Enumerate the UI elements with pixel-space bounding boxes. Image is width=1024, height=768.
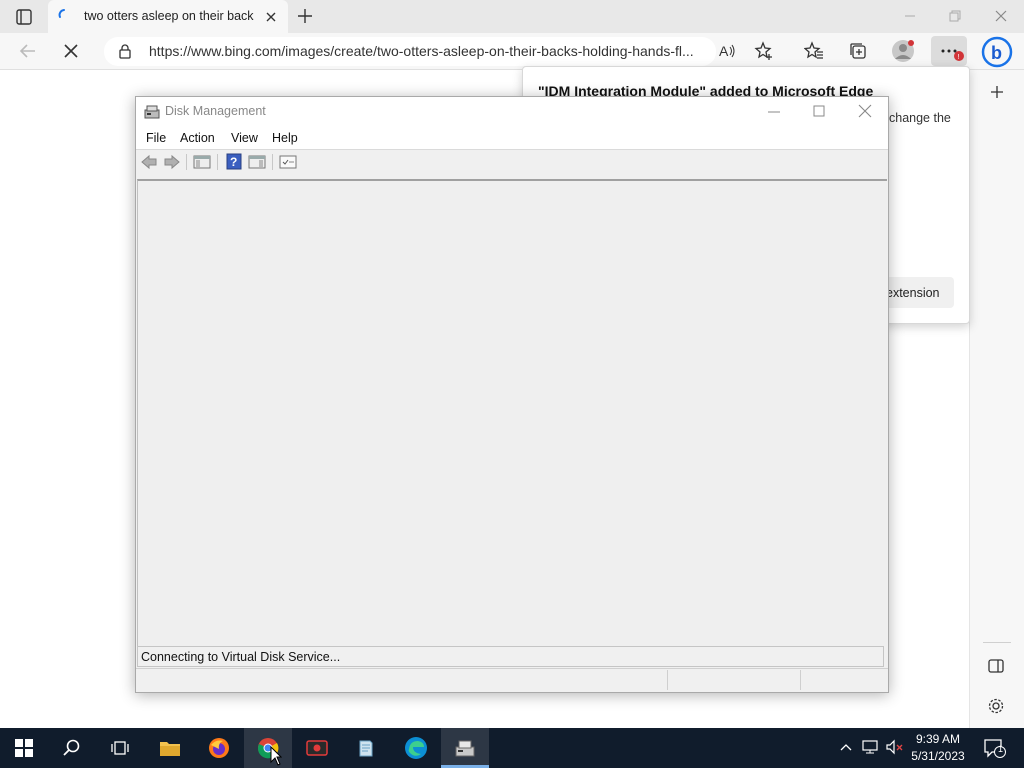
sidebar-settings-icon[interactable] <box>987 697 1005 715</box>
edge-sidebar <box>969 70 1024 728</box>
show-hide-action-pane-icon[interactable] <box>248 154 266 170</box>
sidebar-divider <box>983 642 1011 643</box>
forward-arrow-icon[interactable] <box>163 154 181 170</box>
menu-file[interactable]: File <box>146 131 166 146</box>
menu-help[interactable]: Help <box>272 131 298 146</box>
menu-view[interactable]: View <box>231 131 258 146</box>
file-explorer-button[interactable] <box>146 728 194 768</box>
menu-action[interactable]: Action <box>180 131 215 146</box>
svg-text:A: A <box>719 43 729 59</box>
close-tab-icon[interactable] <box>263 9 279 25</box>
favorites-icon[interactable] <box>804 41 824 61</box>
task-view-icon <box>111 741 129 755</box>
file-explorer-icon <box>160 742 180 756</box>
start-button[interactable] <box>0 728 48 768</box>
settings-more-icon[interactable]: ! <box>931 36 967 66</box>
notepad-icon <box>359 740 373 757</box>
network-icon[interactable] <box>862 739 880 755</box>
firefox-button[interactable] <box>195 728 243 768</box>
dm-minimize-icon[interactable] <box>766 103 782 119</box>
screen-recorder-icon <box>306 740 328 756</box>
status-bar-divider <box>667 670 668 690</box>
firefox-icon <box>209 738 229 758</box>
disk-management-taskbar-button[interactable] <box>441 728 489 768</box>
disk-management-content-area[interactable] <box>137 179 887 646</box>
search-button[interactable] <box>48 728 96 768</box>
url-text[interactable]: https://www.bing.com/images/create/two-o… <box>149 43 711 60</box>
new-tab-icon[interactable] <box>296 7 314 25</box>
window-title: Disk Management <box>165 104 266 118</box>
screen-recorder-button[interactable] <box>293 728 341 768</box>
search-icon <box>63 739 80 756</box>
edge-button[interactable] <box>392 728 440 768</box>
help-icon[interactable]: ? <box>226 153 242 170</box>
svg-text:!: ! <box>958 54 960 61</box>
minimize-window-icon[interactable] <box>902 8 918 24</box>
start-icon <box>15 739 33 757</box>
taskbar-clock-date[interactable]: 5/31/2023 <box>906 749 970 764</box>
task-view-button[interactable] <box>96 728 144 768</box>
volume-muted-icon[interactable] <box>886 739 904 755</box>
chrome-button[interactable] <box>244 728 292 768</box>
close-window-icon[interactable] <box>993 8 1009 24</box>
show-hidden-icons-icon[interactable] <box>839 740 853 754</box>
tab-title: two otters asleep on their backs <box>84 9 254 23</box>
svg-text:?: ? <box>230 155 237 169</box>
dm-maximize-icon[interactable] <box>811 103 827 119</box>
bing-chat-icon[interactable]: b <box>981 36 1013 68</box>
properties-icon[interactable] <box>279 154 297 170</box>
toolbar-separator <box>217 154 218 170</box>
toolbar-separator <box>272 154 273 170</box>
disk-management-app-icon <box>144 104 160 120</box>
loading-icon <box>57 8 71 22</box>
show-hide-console-tree-icon[interactable] <box>193 154 211 170</box>
manage-extension-button-label[interactable]: extension <box>886 286 948 300</box>
back-icon[interactable] <box>18 42 38 60</box>
notification-body: change the <box>889 111 951 125</box>
toolbar-separator <box>186 154 187 170</box>
window-status-bar <box>136 668 888 692</box>
edge-icon <box>405 737 427 759</box>
tab-actions-icon[interactable] <box>14 7 34 27</box>
svg-text:b: b <box>991 43 1002 63</box>
profile-icon[interactable] <box>891 39 915 63</box>
read-aloud-icon[interactable]: A <box>717 42 737 60</box>
stop-loading-icon[interactable] <box>62 42 80 60</box>
add-favorite-icon[interactable] <box>754 41 774 61</box>
notepad-button[interactable] <box>342 728 390 768</box>
collections-icon[interactable] <box>848 41 868 61</box>
status-bar-divider <box>800 670 801 690</box>
restore-window-icon[interactable] <box>947 8 963 24</box>
sidebar-split-icon[interactable] <box>987 657 1005 675</box>
sidebar-add-icon[interactable] <box>988 83 1006 101</box>
mouse-cursor <box>270 746 282 766</box>
back-arrow-icon[interactable] <box>140 154 158 170</box>
notification-count-badge: 1 <box>997 744 1003 754</box>
disk-management-icon <box>455 740 475 757</box>
taskbar-clock-time[interactable]: 9:39 AM <box>906 732 970 747</box>
site-info-lock-icon[interactable] <box>118 43 132 59</box>
dm-close-icon[interactable] <box>857 103 873 119</box>
status-message: Connecting to Virtual Disk Service... <box>141 650 341 664</box>
